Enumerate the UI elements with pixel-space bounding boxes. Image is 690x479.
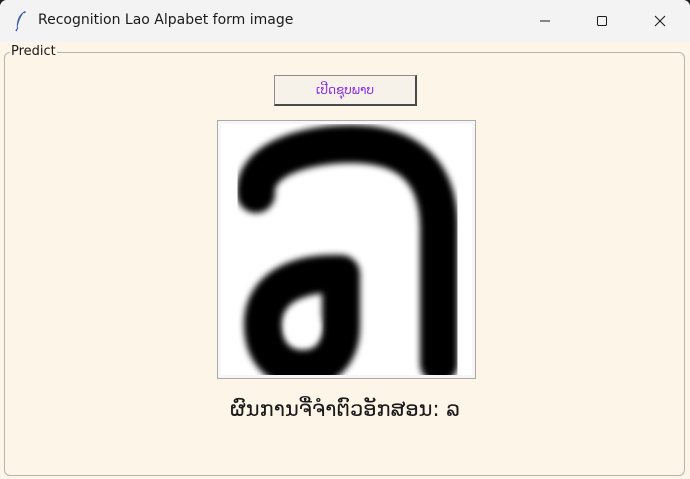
image-preview bbox=[217, 120, 476, 388]
recognition-result: ຜົນການຈື່ຈຳຕົວອັກສອນ: ລ bbox=[230, 397, 460, 421]
close-icon bbox=[654, 15, 666, 27]
window-content: Predict ເປີດຊຸບພາບ ຜົນການຈື່ຈຳຕົວອັກສອນ:… bbox=[0, 42, 690, 479]
window-title: Recognition Lao Alpabet form image bbox=[38, 12, 294, 28]
predict-frame-label: Predict bbox=[10, 44, 57, 60]
open-image-button[interactable]: ເປີດຊຸບພາບ bbox=[274, 75, 417, 106]
maximize-button[interactable] bbox=[573, 0, 631, 42]
minimize-button[interactable] bbox=[516, 0, 574, 42]
title-bar[interactable]: Recognition Lao Alpabet form image bbox=[0, 0, 690, 42]
close-button[interactable] bbox=[631, 0, 689, 42]
app-window: Recognition Lao Alpabet form image Predi… bbox=[0, 0, 690, 479]
feather-icon bbox=[15, 11, 26, 32]
lao-letter-lo-glyph bbox=[237, 125, 458, 388]
maximize-icon bbox=[597, 16, 607, 26]
lao-letter-image bbox=[221, 124, 472, 388]
minimize-icon bbox=[540, 20, 550, 22]
